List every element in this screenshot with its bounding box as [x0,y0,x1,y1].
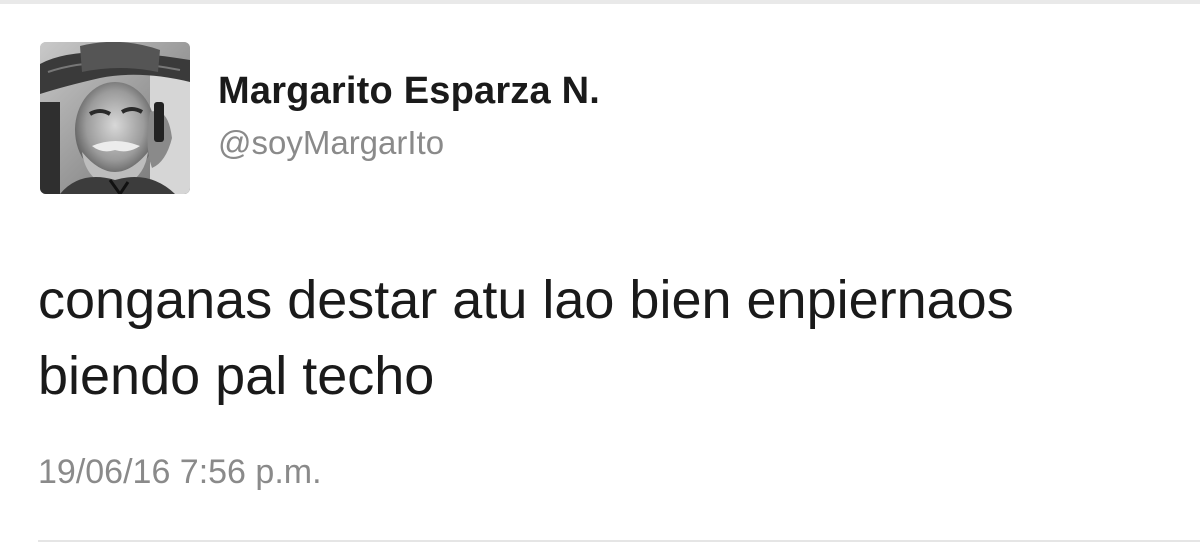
tweet-card: Margarito Esparza N. @soyMargarIto conga… [0,0,1200,559]
avatar[interactable] [40,42,190,194]
tweet-timestamp[interactable]: 19/06/16 7:56 p.m. [38,453,322,492]
author-name[interactable]: Margarito Esparza N. [218,70,600,113]
author-handle[interactable]: @soyMargarIto [218,124,444,162]
tweet-text: conganas destar atu lao bien enpiernaos … [38,270,1014,406]
profile-photo-icon [40,42,190,194]
tweet-screenshot: Margarito Esparza N. @soyMargarIto conga… [0,0,1200,559]
bottom-divider [38,540,1200,542]
